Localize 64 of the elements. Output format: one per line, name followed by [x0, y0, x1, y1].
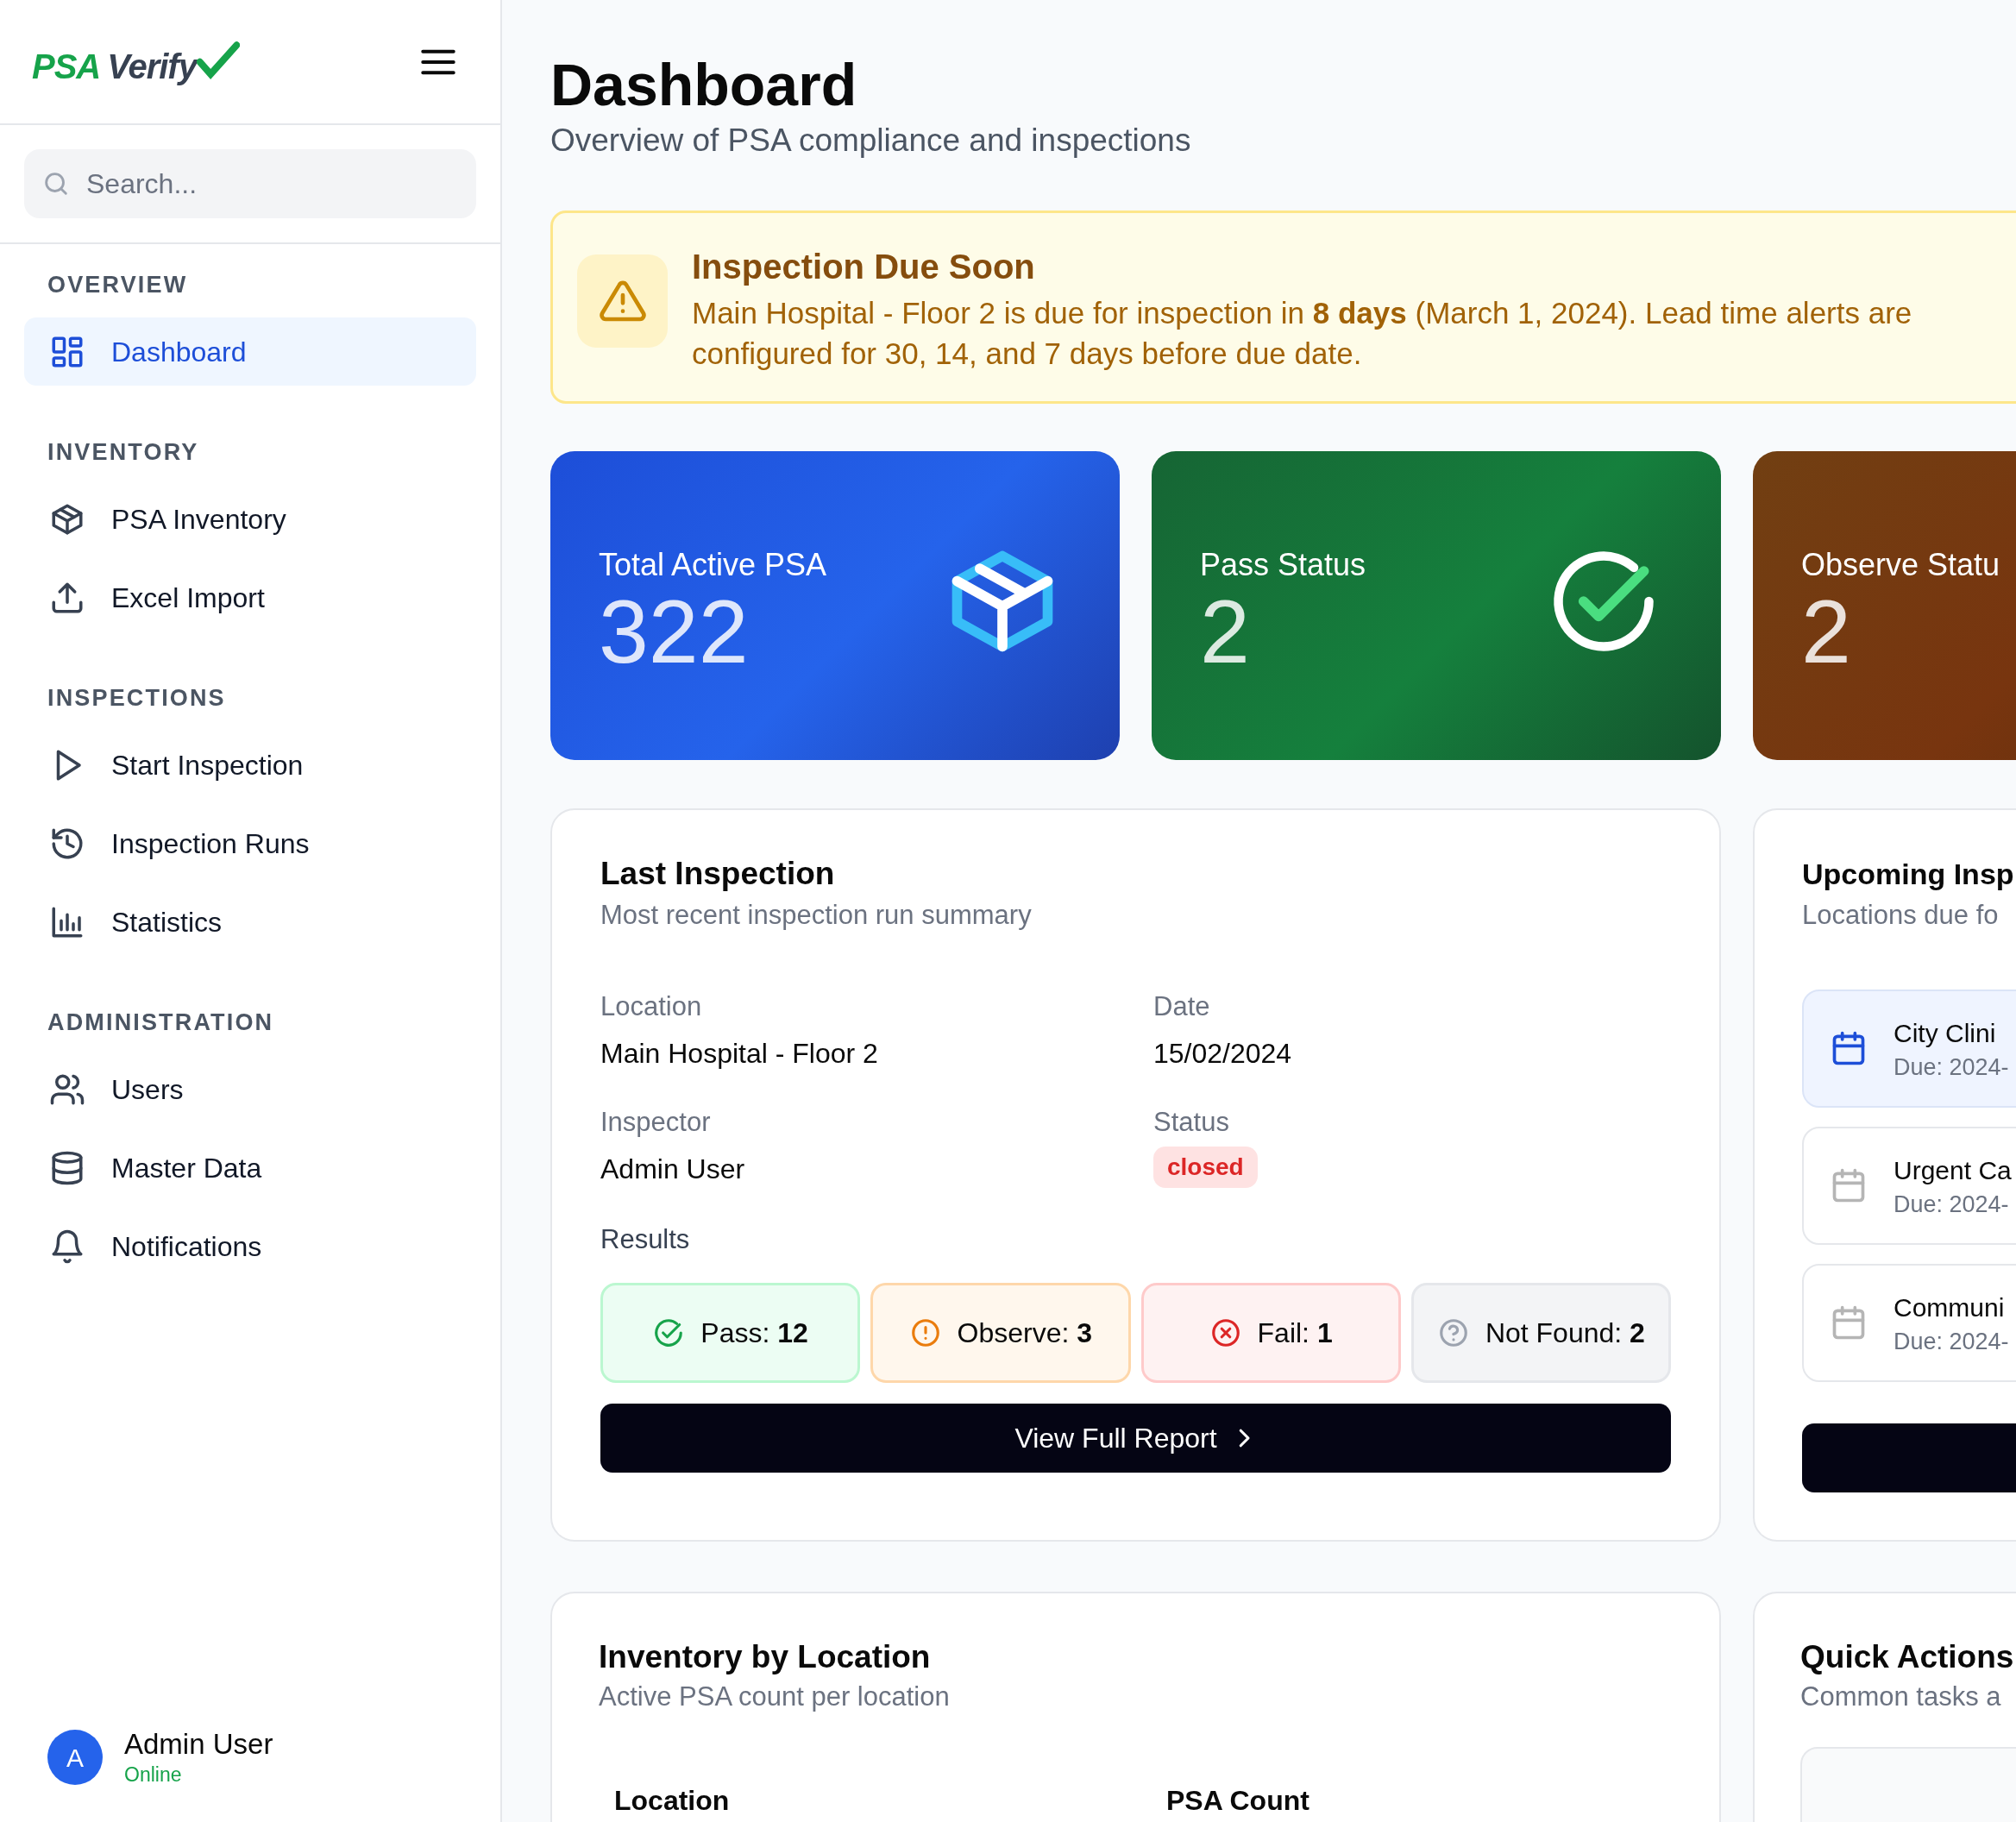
upcoming-item[interactable]: City Clini Due: 2024-	[1802, 990, 2016, 1108]
column-header: Location	[614, 1784, 731, 1818]
card-title: Last Inspection	[600, 855, 836, 893]
due-date: Due: 2024-	[1894, 1327, 2009, 1356]
nav-item[interactable]: Users	[24, 1055, 476, 1123]
result-count: Observe: 3	[957, 1316, 1093, 1350]
page-title: Dashboard	[550, 51, 858, 119]
card-title: Upcoming Insp	[1802, 857, 2015, 892]
nav-item[interactable]: Excel Import	[24, 563, 476, 631]
nav-item[interactable]: PSA Inventory	[24, 485, 476, 553]
result-count: Fail: 1	[1257, 1316, 1333, 1350]
section-heading: OVERVIEW	[47, 272, 189, 298]
stat-label: Pass Status	[1200, 546, 1366, 584]
field-value: 15/02/2024	[1153, 1037, 1293, 1071]
logo: PSA Verify	[32, 40, 240, 84]
result-count: Pass: 12	[700, 1316, 808, 1350]
location-name: City Clini	[1894, 1017, 1997, 1049]
alert-message: Main Hospital - Floor 2 is due for inspection in 8 days (March 1, 2024). Lead time alerts are configured for 30, 14, and 7 days before due date.	[692, 295, 1913, 372]
due-date: Due: 2024-	[1894, 1190, 2010, 1219]
field-label: Location	[600, 990, 703, 1023]
field-label: Date	[1153, 990, 1211, 1023]
stat-value: 322	[599, 584, 749, 679]
card-title: Quick Actions	[1800, 1638, 2015, 1676]
column-header: PSA Count	[1166, 1784, 1310, 1818]
nav-item[interactable]: Statistics	[24, 888, 476, 956]
nav-item[interactable]: Notifications	[24, 1212, 476, 1280]
card-subtitle: Common tasks a	[1800, 1681, 2002, 1713]
nav-item[interactable]: Dashboard	[24, 317, 476, 386]
menu-icon	[421, 47, 455, 76]
avatar: A	[47, 1730, 103, 1785]
section-heading: ADMINISTRATION	[47, 1009, 275, 1035]
view-report-button[interactable]: View Full Report	[600, 1404, 1671, 1473]
result-count: Not Found: 2	[1485, 1316, 1645, 1350]
nav-item[interactable]: Start Inspection	[24, 731, 476, 799]
card-subtitle: Most recent inspection run summary	[600, 899, 1033, 932]
search-field[interactable]: Search...	[24, 149, 476, 218]
field-value: Main Hospital - Floor 2	[600, 1037, 879, 1071]
check-icon	[196, 40, 240, 80]
nav-item[interactable]: Inspection Runs	[24, 809, 476, 877]
user-name: Admin User	[124, 1727, 273, 1762]
field-value: Admin User	[600, 1153, 746, 1186]
status-badge: closed	[1153, 1147, 1258, 1188]
card-title: Inventory by Location	[599, 1638, 932, 1676]
section-heading: INSPECTIONS	[47, 685, 227, 711]
field-label: Inspector	[600, 1106, 712, 1139]
location-name: Urgent Ca	[1894, 1154, 2012, 1186]
card-subtitle: Locations due fo	[1802, 899, 2000, 932]
upcoming-item[interactable]: Communi Due: 2024-	[1802, 1264, 2016, 1382]
upcoming-item[interactable]: Urgent Ca Due: 2024-	[1802, 1127, 2016, 1245]
stat-label: Observe Statu	[1801, 546, 2000, 584]
due-date: Due: 2024-	[1894, 1052, 2009, 1082]
stat-label: Total Active PSA	[599, 546, 827, 584]
field-label: Status	[1153, 1106, 1230, 1139]
results-label: Results	[600, 1223, 691, 1256]
menu-button[interactable]	[421, 47, 455, 76]
section-heading: INVENTORY	[47, 439, 200, 465]
page-subtitle: Overview of PSA compliance and inspections	[550, 122, 1192, 160]
location-name: Communi	[1894, 1291, 2006, 1323]
user-status: Online	[124, 1762, 183, 1787]
stat-value: 2	[1801, 584, 1851, 679]
nav-item[interactable]: Master Data	[24, 1134, 476, 1202]
stat-value: 2	[1200, 584, 1250, 679]
card-subtitle: Active PSA count per location	[599, 1681, 951, 1713]
alert-title: Inspection Due Soon	[692, 247, 1036, 287]
